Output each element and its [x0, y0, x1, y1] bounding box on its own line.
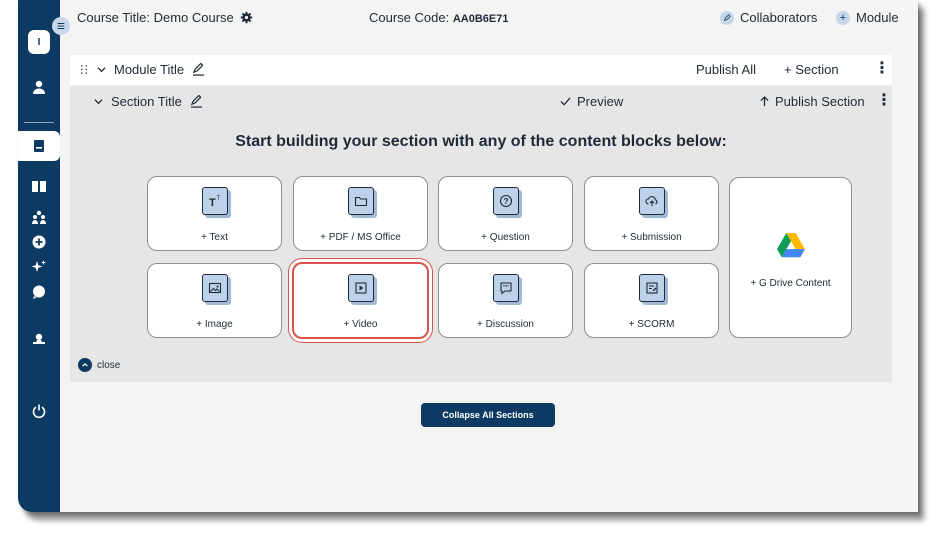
check-icon — [560, 97, 571, 106]
video-block-card[interactable]: + Video — [292, 262, 429, 339]
text-format-icon: TT — [201, 187, 228, 215]
image-icon — [201, 274, 228, 302]
text-block-card[interactable]: TT + Text — [147, 176, 282, 251]
image-block-card[interactable]: + Image — [147, 263, 282, 338]
section-more-options-icon[interactable]: ⋮ — [876, 93, 892, 109]
reader-icon[interactable] — [18, 133, 60, 159]
arrow-up-icon — [760, 96, 769, 106]
chevron-up-icon — [78, 358, 92, 372]
course-title: Course Title: Demo Course — [77, 10, 253, 25]
collaborators-button[interactable]: Collaborators — [720, 10, 817, 25]
pdf-block-card[interactable]: + PDF / MS Office — [293, 176, 428, 251]
drag-handle-icon[interactable] — [80, 64, 89, 75]
svg-text:T: T — [209, 197, 216, 208]
preview-button[interactable]: Preview — [560, 94, 623, 109]
close-blocks-link[interactable]: close — [78, 358, 120, 372]
module-more-options-icon[interactable]: ⋮ — [874, 61, 890, 77]
submission-block-card[interactable]: + Submission — [584, 176, 719, 251]
folder-icon — [347, 187, 374, 215]
google-drive-icon — [777, 233, 805, 258]
svg-text:T: T — [216, 196, 220, 202]
edit-pencil-icon[interactable] — [190, 95, 203, 108]
settings-gear-icon[interactable] — [240, 11, 253, 24]
publish-all-button[interactable]: Publish All — [696, 62, 756, 77]
profile-icon[interactable] — [18, 74, 60, 100]
course-code-value: AA0B6E71 — [452, 13, 509, 25]
question-icon: ? — [492, 187, 519, 215]
publish-section-button[interactable]: Publish Section — [760, 94, 865, 109]
cloud-upload-icon — [638, 187, 665, 215]
sparkle-icon[interactable] — [18, 254, 60, 280]
edit-document-icon — [638, 274, 665, 302]
app-logo[interactable]: I — [28, 30, 50, 54]
sidebar-toggle-button[interactable] — [52, 17, 70, 35]
sidebar-divider — [24, 122, 54, 123]
app-window: I Course Title: Demo Course Course Code:… — [18, 0, 918, 512]
chevron-down-icon[interactable] — [97, 65, 106, 74]
book-icon[interactable] — [18, 173, 60, 199]
power-icon[interactable] — [18, 398, 60, 424]
menu-icon — [57, 22, 65, 30]
certificate-icon[interactable] — [18, 326, 60, 352]
scorm-block-card[interactable]: + SCORM — [584, 263, 719, 338]
discussion-block-card[interactable]: "" + Discussion — [438, 263, 573, 338]
add-circle-icon[interactable] — [18, 229, 60, 255]
course-code: Course Code: AA0B6E71 — [369, 10, 509, 25]
add-section-button[interactable]: + Section — [784, 62, 839, 77]
video-play-icon — [347, 274, 374, 302]
add-module-button[interactable]: + Module — [836, 10, 899, 25]
section-headline: Start building your section with any of … — [235, 133, 727, 150]
gdrive-block-card[interactable]: + G Drive Content — [729, 177, 852, 338]
plus-icon: + — [836, 10, 850, 25]
module-title: Module Title — [114, 62, 185, 77]
chat-icon[interactable] — [18, 279, 60, 305]
collapse-all-sections-button[interactable]: Collapse All Sections — [421, 403, 555, 427]
contents-icon — [34, 140, 44, 152]
chevron-down-icon[interactable] — [94, 97, 103, 106]
svg-text:?: ? — [503, 197, 508, 206]
module-bar: Module Title Publish All + Section ⋮ — [70, 55, 892, 85]
edit-pencil-icon[interactable] — [192, 63, 205, 76]
course-title-text: Course Title: Demo Course — [77, 10, 234, 25]
section-title: Section Title — [111, 94, 182, 109]
quote-bubble-icon: "" — [492, 274, 519, 302]
pencil-icon — [720, 10, 734, 25]
question-block-card[interactable]: ? + Question — [438, 176, 573, 251]
section-panel: Section Title Preview Publish Section ⋮ … — [70, 86, 892, 382]
svg-text:"": "" — [503, 286, 509, 292]
users-icon[interactable] — [18, 204, 60, 230]
top-header: Course Title: Demo Course Course Code: A… — [60, 0, 918, 38]
user-icon — [33, 80, 45, 94]
sidebar: I — [18, 0, 60, 512]
